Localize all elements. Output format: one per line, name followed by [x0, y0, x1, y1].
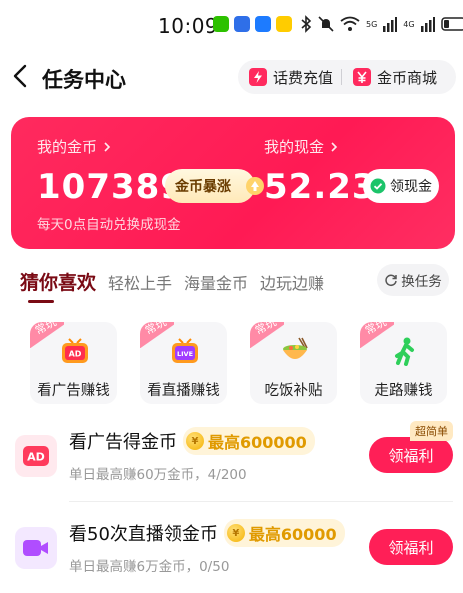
refresh-icon [385, 274, 397, 287]
withdraw-cash-button[interactable]: 领现金 [363, 169, 439, 203]
app-notification-icon [234, 16, 250, 32]
task-title-row: 看广告得金币 ¥ 最高600000 [69, 427, 315, 455]
exchange-note: 每天0点自动兑换成现金 [37, 217, 181, 233]
task-title-row: 看50次直播领金币 ¥ 最高60000 [69, 519, 345, 547]
battery-icon [440, 17, 463, 31]
super-easy-tag: 超简单 [410, 421, 453, 441]
app-notification-icon [276, 16, 292, 32]
header-shortcuts: 话费充值 金币商城 [238, 60, 456, 94]
lightning-icon [249, 68, 267, 86]
status-bar: 10:09 5G 4G [0, 0, 463, 52]
wifi-icon [340, 16, 360, 31]
signal-5g-label: 5G [366, 19, 378, 29]
frequent-tag: 常玩 [140, 322, 174, 348]
recharge-button[interactable]: 话费充值 [238, 60, 333, 94]
claim-benefit-button[interactable]: 领福利 [369, 529, 453, 565]
category-grid: 常玩 AD 看广告赚钱 常玩 LIVE 看直播赚钱 常玩 吃饭补贴 常玩 走路赚… [30, 322, 447, 404]
coin-boost-button[interactable]: 金币暴涨 [165, 169, 264, 203]
category-label: 看直播赚钱 [147, 383, 220, 399]
cash-value: 52.23 [264, 167, 377, 207]
coin-mall-button[interactable]: 金币商城 [342, 60, 437, 94]
my-cash-link[interactable]: 我的现金 [264, 136, 339, 157]
tv-live-icon: LIVE [172, 338, 198, 363]
task-title: 看50次直播领金币 [69, 524, 218, 545]
active-tab-indicator [28, 300, 54, 303]
coins-value: 107389 [37, 167, 185, 207]
category-meal-subsidy[interactable]: 常玩 吃饭补贴 [250, 322, 337, 404]
task-subtitle: 单日最高赚6万金币，0/50 [69, 559, 230, 575]
arrow-up-icon [246, 177, 264, 195]
walking-person-icon [395, 337, 414, 366]
check-circle-icon [370, 178, 386, 194]
switch-tasks-button[interactable]: 换任务 [377, 264, 449, 296]
coin-icon: ¥ [186, 432, 204, 450]
back-arrow-icon[interactable] [10, 63, 34, 89]
task-row: AD 看广告得金币 ¥ 最高600000 单日最高赚60万金币，4/200 领福… [15, 421, 453, 491]
svg-text:AD: AD [27, 451, 45, 464]
notification-icons [213, 16, 292, 32]
frequent-tag: 常玩 [250, 322, 284, 348]
recharge-label: 话费充值 [273, 68, 334, 87]
category-label: 走路赚钱 [374, 383, 433, 399]
my-coins-link[interactable]: 我的金币 [37, 136, 112, 157]
row-divider [69, 501, 453, 502]
chevron-right-icon [331, 141, 338, 152]
food-bowl-icon [283, 337, 308, 359]
page-header: 任务中心 话费充值 金币商城 [0, 55, 463, 101]
mute-icon [318, 16, 334, 32]
my-cash-label: 我的现金 [264, 138, 325, 156]
tab-easy-start[interactable]: 轻松上手 [108, 270, 172, 294]
signal-4g-label: 4G [403, 19, 415, 29]
tab-massive-coins[interactable]: 海量金币 [184, 270, 248, 294]
tv-ad-icon: AD [62, 338, 88, 363]
svg-text:AD: AD [69, 350, 82, 359]
tab-guess-you-like[interactable]: 猜你喜欢 [20, 268, 96, 295]
category-walk-earn[interactable]: 常玩 走路赚钱 [360, 322, 447, 404]
my-coins-label: 我的金币 [37, 138, 98, 156]
svg-text:LIVE: LIVE [177, 350, 193, 358]
bluetooth-icon [301, 15, 312, 33]
reward-badge: ¥ 最高60000 [223, 519, 345, 547]
coin-icon: ¥ [226, 524, 245, 542]
chevron-right-icon [104, 141, 111, 152]
claim-benefit-button[interactable]: 领福利 [369, 437, 453, 473]
video-camera-icon [15, 527, 57, 569]
wechat-icon [213, 16, 229, 32]
task-tabs: 猜你喜欢 轻松上手 海量金币 边玩边赚 [20, 268, 324, 295]
frequent-tag: 常玩 [30, 322, 64, 348]
category-watch-live[interactable]: 常玩 LIVE 看直播赚钱 [140, 322, 227, 404]
category-label: 吃饭补贴 [264, 383, 323, 399]
reward-text: 最高600000 [208, 433, 307, 452]
system-status-icons: 5G 4G [300, 15, 463, 33]
switch-tasks-label: 换任务 [401, 274, 442, 290]
withdraw-label: 领现金 [390, 179, 432, 195]
reward-text: 最高60000 [248, 525, 337, 544]
page-title: 任务中心 [42, 68, 126, 92]
category-label: 看广告赚钱 [37, 383, 110, 399]
category-watch-ads[interactable]: 常玩 AD 看广告赚钱 [30, 322, 117, 404]
signal-bars-icon [420, 17, 435, 32]
task-title: 看广告得金币 [69, 432, 177, 453]
task-subtitle: 单日最高赚60万金币，4/200 [69, 467, 247, 483]
ad-icon: AD [15, 435, 57, 477]
frequent-tag: 常玩 [360, 322, 394, 348]
yen-icon [353, 68, 372, 86]
reward-badge: ¥ 最高600000 [183, 427, 315, 455]
task-row: 看50次直播领金币 ¥ 最高60000 单日最高赚6万金币，0/50 领福利 [15, 517, 453, 583]
boost-label: 金币暴涨 [175, 179, 231, 195]
app-notification-icon [255, 16, 271, 32]
signal-bars-icon [383, 17, 398, 32]
status-time: 10:09 [158, 14, 219, 38]
tab-play-and-earn[interactable]: 边玩边赚 [260, 270, 324, 294]
coin-mall-label: 金币商城 [377, 68, 438, 87]
wallet-banner: 我的金币 107389 金币暴涨 我的现金 52.23 领现金 每天0点自动兑换… [11, 117, 455, 249]
